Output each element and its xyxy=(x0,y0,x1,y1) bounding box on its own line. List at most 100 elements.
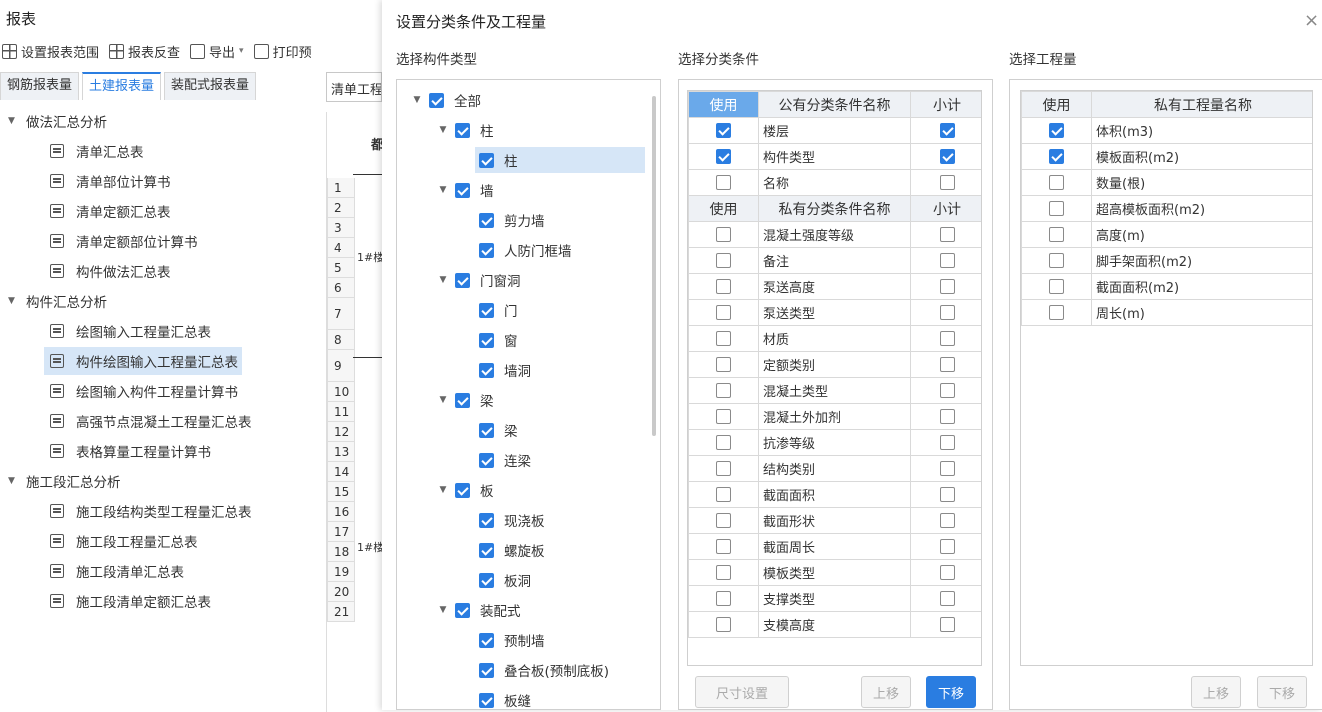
use-checkbox[interactable] xyxy=(716,227,731,242)
use-checkbox[interactable] xyxy=(1049,279,1064,294)
type-tree-node[interactable]: ▼ 梁 xyxy=(397,385,647,415)
tree-item[interactable]: 绘图输入工程量汇总表 xyxy=(0,316,380,346)
reverse-lookup-button[interactable]: 报表反查 xyxy=(109,42,180,61)
chevron-down-icon[interactable]: ▼ xyxy=(435,485,451,495)
subtotal-checkbox[interactable] xyxy=(939,487,955,502)
use-checkbox[interactable] xyxy=(1049,175,1064,190)
subtotal-checkbox[interactable] xyxy=(939,149,955,164)
use-checkbox[interactable] xyxy=(716,149,731,164)
move-down-button[interactable]: 下移 xyxy=(926,676,976,708)
use-checkbox[interactable] xyxy=(1049,123,1064,138)
type-checkbox[interactable] xyxy=(455,602,470,618)
chevron-down-icon[interactable]: ▼ xyxy=(435,395,451,405)
use-checkbox[interactable] xyxy=(1049,149,1064,164)
subtotal-checkbox[interactable] xyxy=(939,357,955,372)
use-checkbox[interactable] xyxy=(716,409,731,424)
subtotal-checkbox[interactable] xyxy=(939,227,955,242)
tree-item[interactable]: 清单定额部位计算书 xyxy=(0,226,380,256)
type-tree-node[interactable]: 预制墙 xyxy=(397,625,647,655)
use-checkbox[interactable] xyxy=(716,357,731,372)
type-tree-node[interactable]: ▼ 板 xyxy=(397,475,647,505)
tree-group[interactable]: ▼ 做法汇总分析 xyxy=(0,106,380,136)
type-tree-node[interactable]: 墙洞 xyxy=(397,355,647,385)
tree-item[interactable]: 施工段工程量汇总表 xyxy=(0,526,380,556)
tree-item[interactable]: 施工段清单汇总表 xyxy=(0,556,380,586)
use-checkbox[interactable] xyxy=(1049,227,1064,242)
qty-move-down-button[interactable]: 下移 xyxy=(1257,676,1307,708)
print-preview-button[interactable]: 打印预 xyxy=(253,42,312,61)
type-checkbox[interactable] xyxy=(455,122,470,138)
use-checkbox[interactable] xyxy=(716,435,731,450)
type-tree-node[interactable]: ▼ 柱 xyxy=(397,115,647,145)
type-checkbox[interactable] xyxy=(455,272,470,288)
subtotal-checkbox[interactable] xyxy=(939,617,955,632)
subtotal-checkbox[interactable] xyxy=(939,253,955,268)
use-checkbox[interactable] xyxy=(716,331,731,346)
type-tree-scrollbar[interactable] xyxy=(652,96,656,436)
tree-item[interactable]: 施工段结构类型工程量汇总表 xyxy=(0,496,380,526)
use-checkbox[interactable] xyxy=(1049,253,1064,268)
subtotal-checkbox[interactable] xyxy=(939,513,955,528)
type-checkbox[interactable] xyxy=(479,662,494,678)
chevron-down-icon[interactable]: ▼ xyxy=(8,116,18,126)
type-tree-node[interactable]: 柱 xyxy=(397,145,647,175)
subtotal-checkbox[interactable] xyxy=(939,123,955,138)
chevron-down-icon[interactable]: ▼ xyxy=(8,296,18,306)
use-checkbox[interactable] xyxy=(1049,305,1064,320)
type-checkbox[interactable] xyxy=(479,302,494,318)
size-settings-button[interactable]: 尺寸设置 xyxy=(695,676,789,708)
type-checkbox[interactable] xyxy=(455,482,470,498)
subtotal-checkbox[interactable] xyxy=(939,175,955,190)
report-field[interactable]: 清单工程 xyxy=(326,72,382,102)
type-checkbox[interactable] xyxy=(479,572,494,588)
use-checkbox[interactable] xyxy=(716,461,731,476)
type-checkbox[interactable] xyxy=(455,182,470,198)
subtotal-checkbox[interactable] xyxy=(939,539,955,554)
chevron-down-icon[interactable]: ▼ xyxy=(435,275,451,285)
use-checkbox[interactable] xyxy=(1049,201,1064,216)
subtotal-checkbox[interactable] xyxy=(939,565,955,580)
tab-civil[interactable]: 土建报表量 xyxy=(82,72,162,100)
tree-item[interactable]: 绘图输入构件工程量计算书 xyxy=(0,376,380,406)
type-checkbox[interactable] xyxy=(479,452,494,468)
type-tree-node[interactable]: 梁 xyxy=(397,415,647,445)
type-checkbox[interactable] xyxy=(479,512,494,528)
type-tree-node[interactable]: ▼ 全部 xyxy=(397,85,647,115)
use-checkbox[interactable] xyxy=(716,383,731,398)
type-checkbox[interactable] xyxy=(479,422,494,438)
use-checkbox[interactable] xyxy=(716,253,731,268)
subtotal-checkbox[interactable] xyxy=(939,331,955,346)
type-tree-node[interactable]: ▼ 装配式 xyxy=(397,595,647,625)
qty-move-up-button[interactable]: 上移 xyxy=(1191,676,1241,708)
tree-item[interactable]: 构件绘图输入工程量汇总表 xyxy=(0,346,380,376)
chevron-down-icon[interactable]: ▼ xyxy=(435,125,451,135)
type-tree-node[interactable]: 螺旋板 xyxy=(397,535,647,565)
type-tree-node[interactable]: 连梁 xyxy=(397,445,647,475)
type-tree-node[interactable]: ▼ 门窗洞 xyxy=(397,265,647,295)
use-checkbox[interactable] xyxy=(716,487,731,502)
type-tree-node[interactable]: 窗 xyxy=(397,325,647,355)
type-checkbox[interactable] xyxy=(479,692,494,708)
tree-item[interactable]: 清单定额汇总表 xyxy=(0,196,380,226)
use-checkbox[interactable] xyxy=(716,539,731,554)
type-tree-node[interactable]: 叠合板(预制底板) xyxy=(397,655,647,685)
use-checkbox[interactable] xyxy=(716,617,731,632)
type-tree-node[interactable]: 板缝 xyxy=(397,685,647,709)
chevron-down-icon[interactable]: ▼ xyxy=(435,605,451,615)
type-tree-node[interactable]: 剪力墙 xyxy=(397,205,647,235)
subtotal-checkbox[interactable] xyxy=(939,279,955,294)
type-tree-node[interactable]: ▼ 墙 xyxy=(397,175,647,205)
type-tree-node[interactable]: 现浇板 xyxy=(397,505,647,535)
use-checkbox[interactable] xyxy=(716,279,731,294)
subtotal-checkbox[interactable] xyxy=(939,383,955,398)
type-checkbox[interactable] xyxy=(429,92,444,108)
use-checkbox[interactable] xyxy=(716,305,731,320)
chevron-down-icon[interactable]: ▼ xyxy=(409,95,425,105)
chevron-down-icon[interactable]: ▼ xyxy=(435,185,451,195)
type-checkbox[interactable] xyxy=(479,332,494,348)
export-button[interactable]: 导出 ▾ xyxy=(190,42,244,61)
tree-item[interactable]: 高强节点混凝土工程量汇总表 xyxy=(0,406,380,436)
type-tree-node[interactable]: 板洞 xyxy=(397,565,647,595)
type-checkbox[interactable] xyxy=(479,152,494,168)
use-checkbox[interactable] xyxy=(716,591,731,606)
